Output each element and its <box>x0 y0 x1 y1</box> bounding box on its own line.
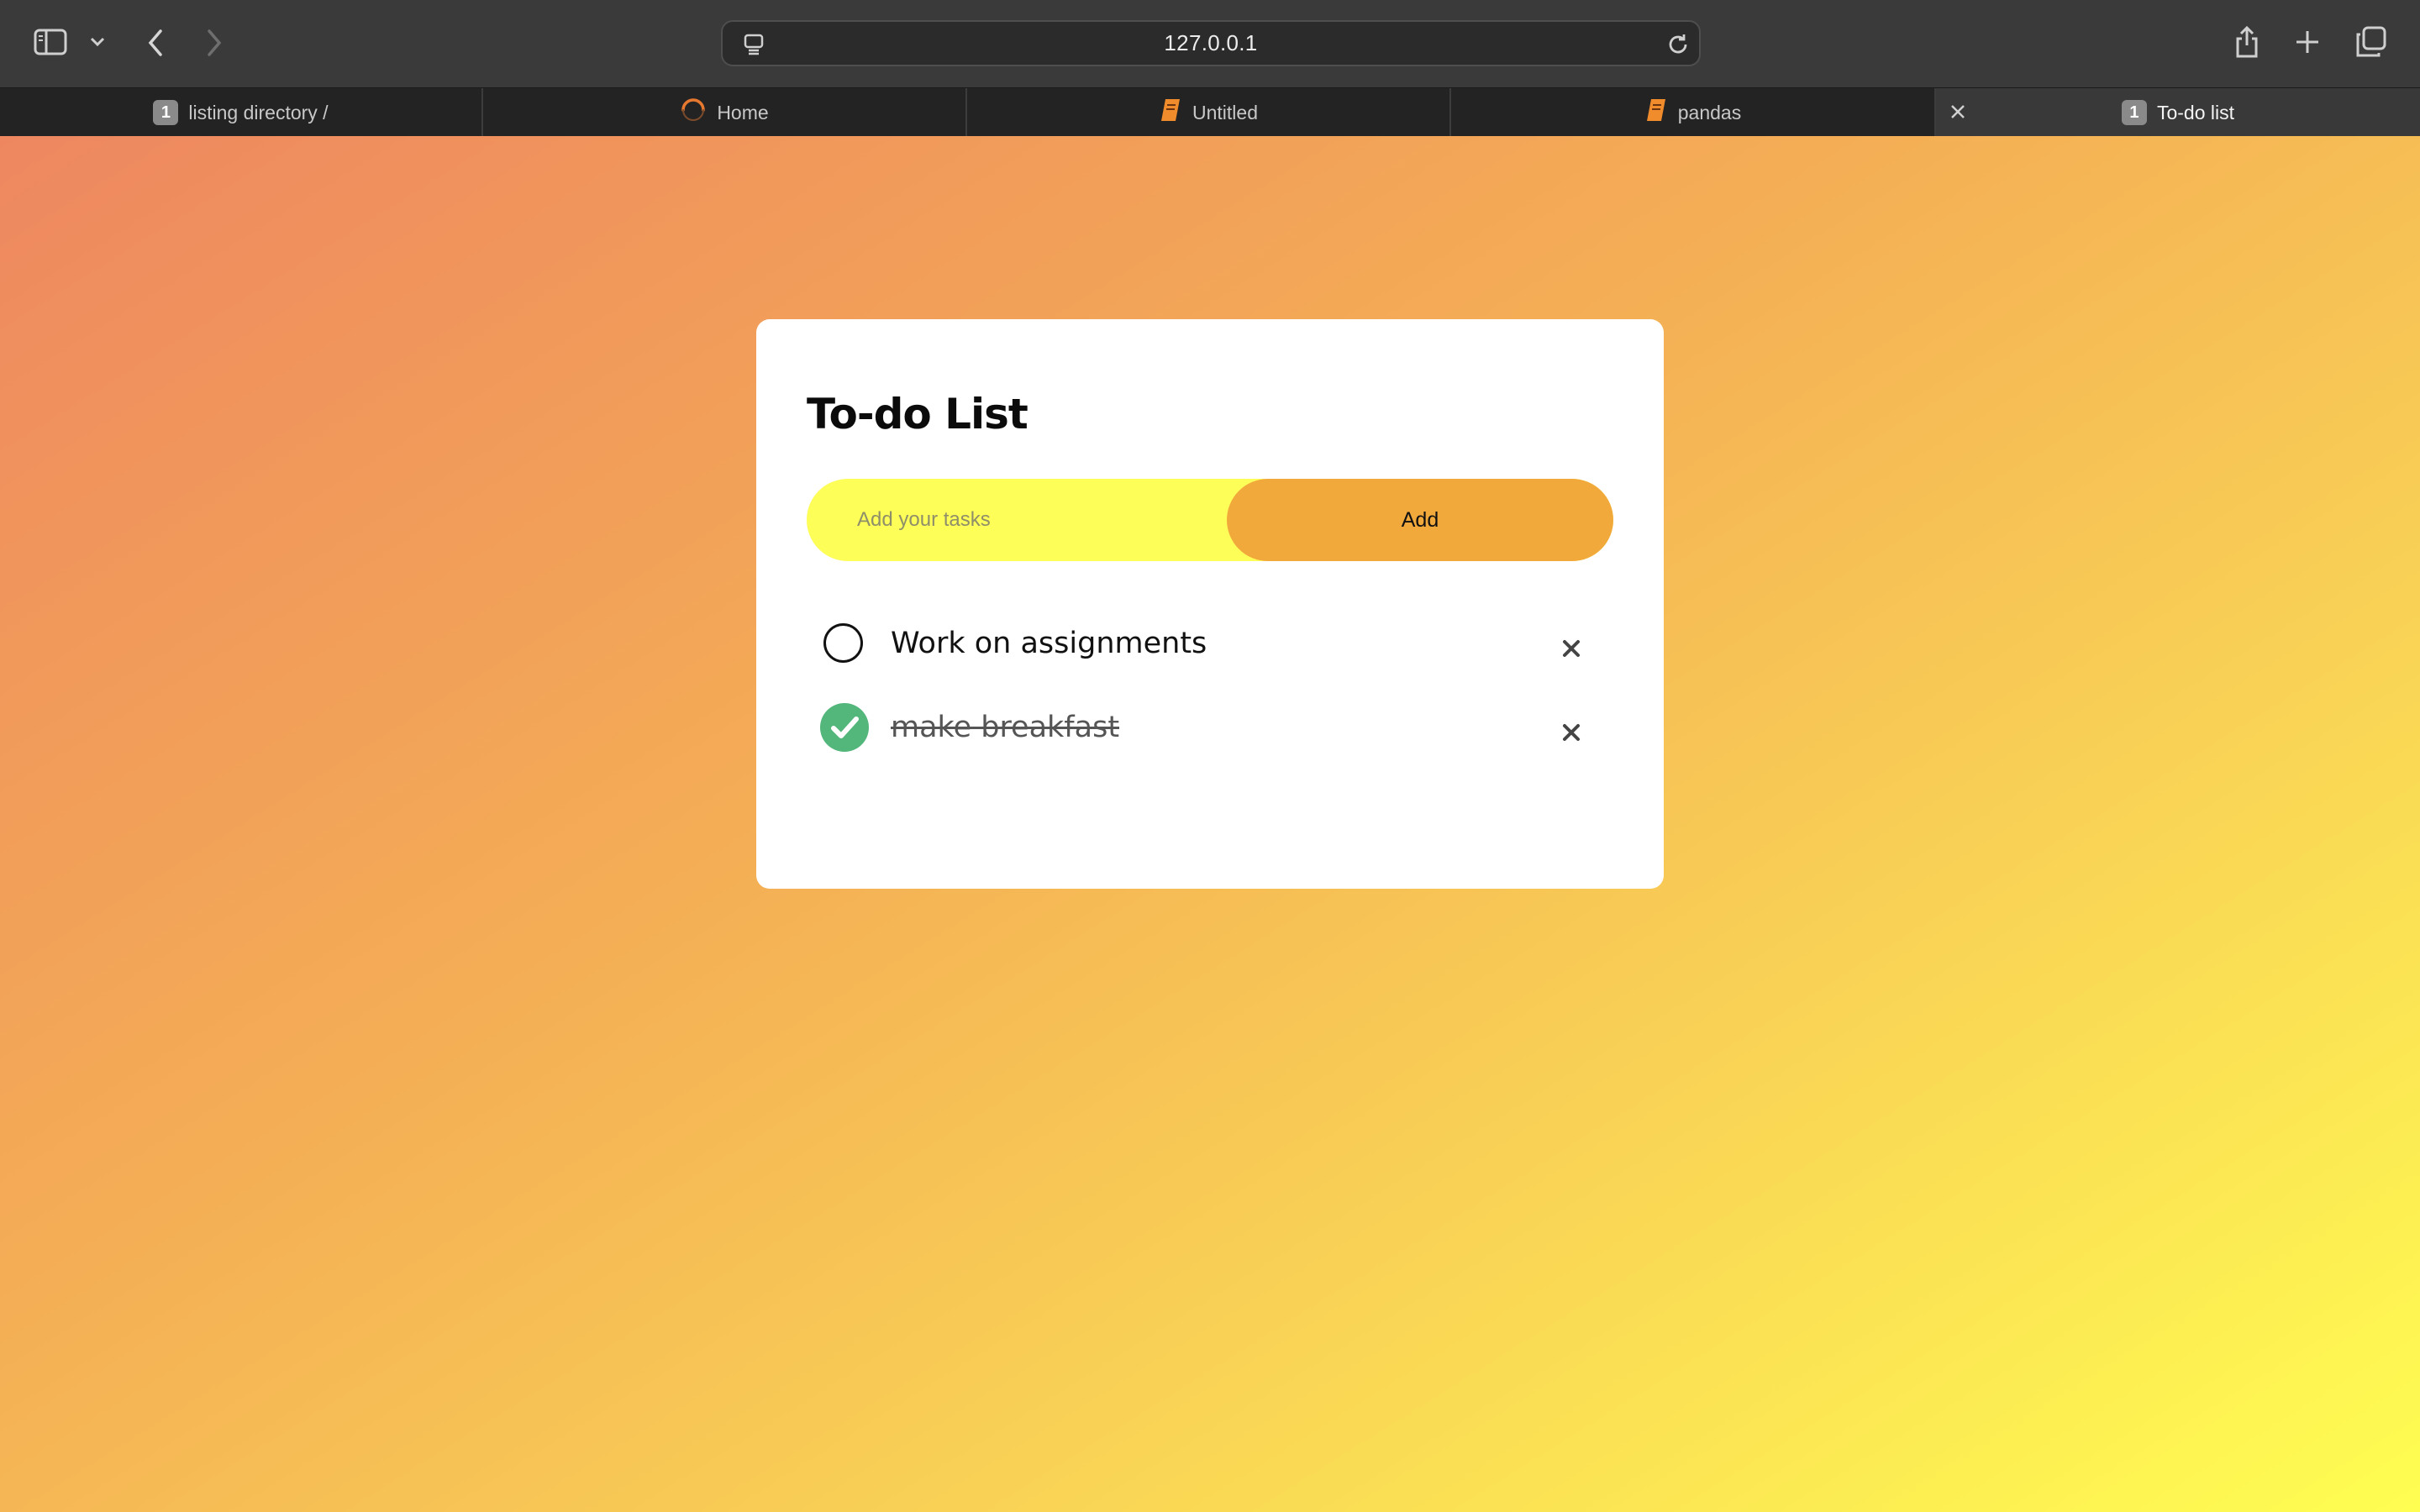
close-icon[interactable] <box>1555 716 1588 749</box>
tab-to-do-list[interactable]: 1 To-do list <box>1936 88 2420 137</box>
task-text[interactable]: make breakfast <box>891 694 1119 761</box>
tab-bar: 1 listing directory / Home Untitled pand… <box>0 87 2420 137</box>
sidebar-icon[interactable] <box>32 27 69 57</box>
reload-icon[interactable] <box>1665 32 1691 57</box>
back-arrow-icon[interactable] <box>143 27 168 59</box>
tab-listing-directory[interactable]: 1 listing directory / <box>0 88 483 137</box>
tab-overview-icon[interactable] <box>2354 25 2388 59</box>
badge-icon: 1 <box>153 100 179 125</box>
close-tab-icon[interactable] <box>1944 87 1972 136</box>
tab-label: Untitled <box>1192 101 1258 123</box>
unchecked-circle-icon[interactable] <box>823 623 863 663</box>
close-icon[interactable] <box>1555 632 1588 665</box>
tab-label: pandas <box>1677 101 1742 123</box>
new-tab-icon[interactable] <box>2292 27 2323 57</box>
chevron-down-icon[interactable] <box>87 32 108 52</box>
task-input[interactable] <box>807 479 1244 561</box>
todo-card: To-do List Add Work on assignments make … <box>756 319 1664 889</box>
checkmark-circle-icon[interactable] <box>820 703 869 752</box>
task-text[interactable]: Work on assignments <box>891 610 1207 677</box>
badge-icon: 1 <box>2121 100 2147 125</box>
tab-label: listing directory / <box>188 101 329 123</box>
task-item[interactable]: make breakfast <box>807 694 1613 761</box>
page-title: To-do List <box>807 390 1028 438</box>
tab-label: Home <box>717 101 769 123</box>
tab-pandas[interactable]: pandas <box>1451 88 1936 137</box>
notebook-icon <box>1159 97 1182 128</box>
tab-home[interactable]: Home <box>483 88 967 137</box>
spinner-icon <box>680 97 707 129</box>
forward-arrow-icon[interactable] <box>202 27 227 59</box>
browser-toolbar: 127.0.0.1 <box>0 0 2420 87</box>
tab-label: To-do list <box>2156 101 2235 123</box>
task-input-row: Add <box>807 479 1613 561</box>
add-button[interactable]: Add <box>1227 479 1613 561</box>
notebook-icon <box>1644 97 1668 128</box>
task-item[interactable]: Work on assignments <box>807 610 1613 677</box>
url-text[interactable]: 127.0.0.1 <box>723 22 1699 65</box>
share-icon[interactable] <box>2232 24 2262 60</box>
address-bar[interactable]: 127.0.0.1 <box>721 20 1701 66</box>
tab-untitled[interactable]: Untitled <box>967 88 1451 137</box>
page-background: To-do List Add Work on assignments make … <box>0 136 2420 1512</box>
